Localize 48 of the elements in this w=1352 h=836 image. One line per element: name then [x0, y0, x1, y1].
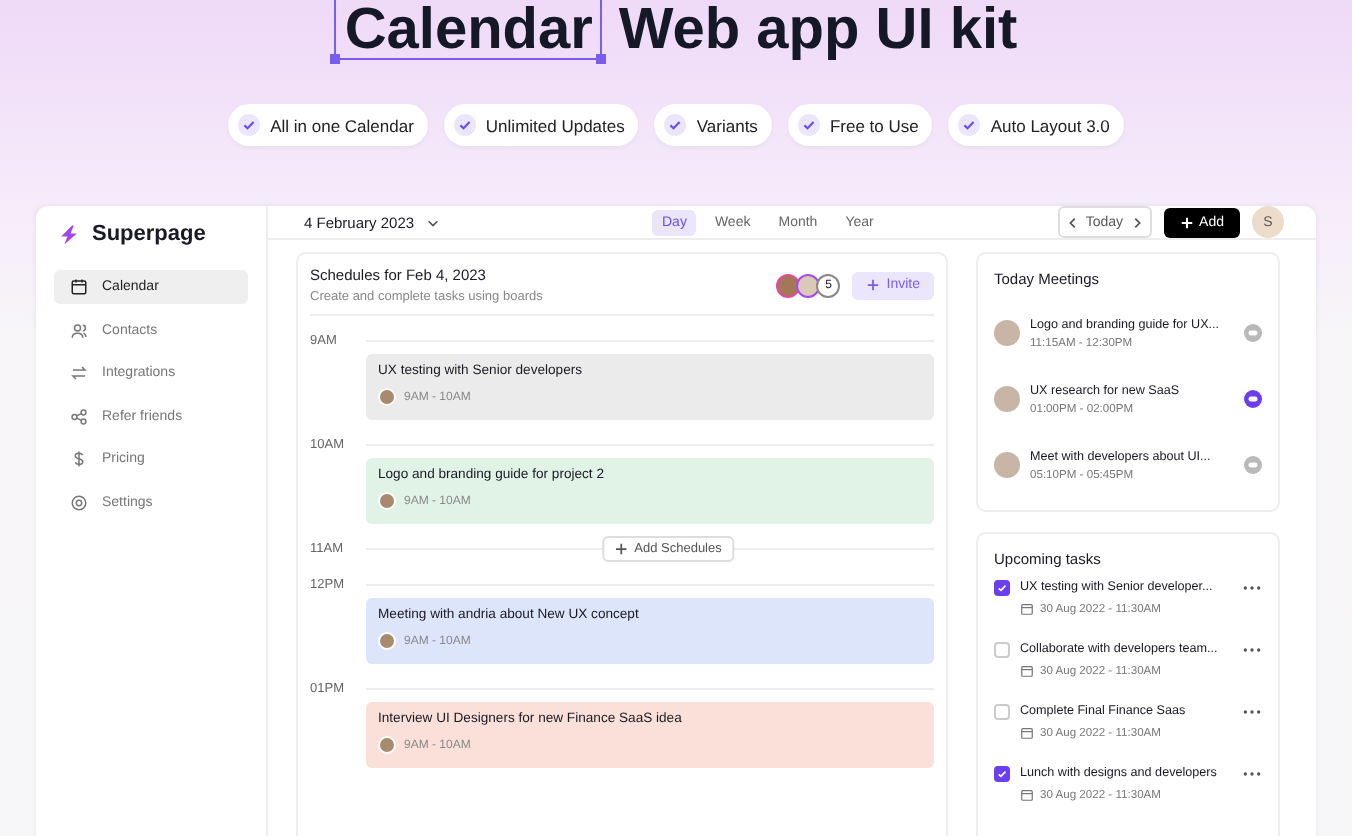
plus-icon [614, 541, 629, 555]
plus-icon [1179, 215, 1194, 229]
check-icon [453, 114, 476, 136]
more-icon[interactable] [1242, 646, 1262, 654]
plus-icon [866, 278, 881, 292]
resize-handle[interactable] [596, 54, 607, 64]
more-icon[interactable] [1242, 708, 1262, 716]
feature-pill: Unlimited Updates [443, 104, 639, 146]
chevron-down-icon [426, 215, 441, 229]
feature-pill: Variants [654, 104, 772, 146]
avatar [378, 492, 396, 510]
feature-pill: Auto Layout 3.0 [948, 104, 1124, 146]
check-icon [238, 114, 261, 136]
calendar-icon [1020, 788, 1034, 802]
more-icon[interactable] [1242, 770, 1262, 778]
brand-name: Superpage [92, 222, 206, 246]
arrows-icon [70, 364, 88, 383]
calendar-icon [1020, 664, 1034, 678]
share-icon [70, 407, 88, 426]
task-checkbox[interactable] [994, 766, 1010, 782]
avatar [994, 320, 1020, 346]
avatar [776, 273, 801, 297]
calendar-icon [70, 278, 88, 296]
settings-icon [70, 493, 88, 512]
feature-pill: Free to Use [787, 104, 933, 146]
avatar [796, 273, 821, 297]
avatar [994, 452, 1020, 478]
check-icon [797, 114, 820, 136]
chevron-left-icon[interactable] [1065, 215, 1080, 229]
more-icon[interactable] [1242, 584, 1262, 592]
task-checkbox[interactable] [994, 580, 1010, 596]
feature-pill: All in one Calendar [228, 104, 428, 146]
resize-handle[interactable] [330, 54, 341, 64]
check-icon [958, 114, 981, 136]
bolt-logo-icon [58, 223, 80, 245]
hero-title-word: Calendar [344, 0, 593, 59]
check-icon [664, 114, 687, 136]
contacts-icon [70, 321, 88, 340]
avatar [378, 736, 396, 754]
dollar-icon [70, 450, 88, 469]
avatar [378, 388, 396, 406]
chevron-right-icon[interactable] [1129, 215, 1144, 229]
avatar [994, 386, 1020, 412]
calendar-icon [1020, 602, 1034, 616]
calendar-icon [1020, 726, 1034, 740]
video-call-icon[interactable] [1244, 390, 1262, 408]
hero-title: Web app UI kit [618, 0, 1018, 60]
avatar [378, 632, 396, 650]
